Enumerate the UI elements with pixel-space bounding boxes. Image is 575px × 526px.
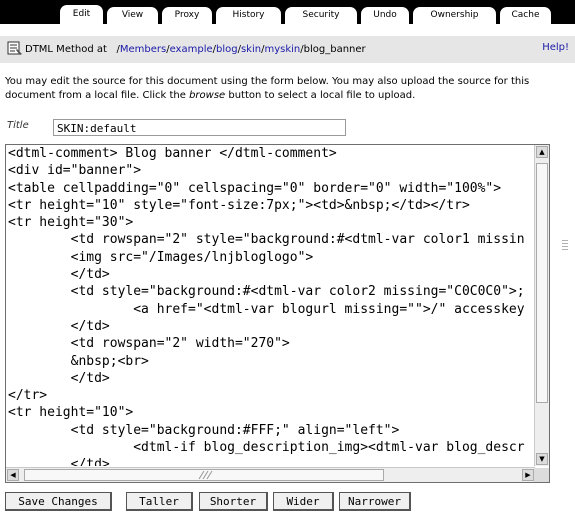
source-line: <dtml-if blog_description_img><dtml-var …: [8, 440, 525, 456]
breadcrumb-blog[interactable]: blog: [216, 44, 238, 55]
vertical-scrollbar[interactable]: ▲ ▼: [534, 145, 549, 466]
tab-proxy[interactable]: Proxy: [162, 7, 212, 24]
source-line: <table cellpadding="0" cellspacing="0" b…: [8, 180, 502, 196]
source-line: <tr height="30">: [8, 215, 134, 231]
source-line: <td rowspan="2" width="270">: [8, 336, 290, 352]
tab-cache[interactable]: Cache: [500, 7, 551, 24]
shorter-button[interactable]: Shorter: [199, 492, 268, 511]
wider-button[interactable]: Wider: [273, 492, 334, 511]
title-label: Title: [7, 120, 29, 131]
tab-security[interactable]: Security: [285, 7, 357, 24]
source-line: <a href="<dtml-var blogurl missing="">/"…: [8, 301, 525, 317]
source-editor[interactable]: <dtml-comment> Blog banner </dtml-commen…: [5, 144, 550, 483]
object-type-label: DTML Method at: [25, 44, 107, 55]
breadcrumb-myskin[interactable]: myskin: [264, 44, 300, 55]
source-line: <div id="banner">: [8, 163, 142, 179]
source-line: </tr>: [8, 388, 48, 404]
source-line: <td style="background:#FFF;" align="left…: [8, 422, 400, 438]
save-changes-button[interactable]: Save Changes: [5, 492, 112, 511]
source-line: &nbsp;<br>: [8, 353, 149, 369]
scroll-right-arrow-icon[interactable]: ▶: [522, 469, 534, 481]
breadcrumb: DTML Method at /Members/example/blog/ski…: [25, 44, 366, 55]
source-line: <img src="/Images/lnjbloglogo">: [8, 249, 314, 265]
taller-button[interactable]: Taller: [126, 492, 193, 511]
help-link[interactable]: Help!: [542, 42, 569, 53]
vertical-scroll-thumb[interactable]: [536, 163, 548, 403]
tab-history[interactable]: History: [216, 7, 281, 24]
scroll-corner: [534, 468, 549, 482]
source-textarea[interactable]: <dtml-comment> Blog banner </dtml-commen…: [8, 145, 533, 466]
source-line: </td>: [8, 267, 110, 283]
source-line: <tr height="10">: [8, 405, 134, 421]
horizontal-scrollbar[interactable]: ◀ ▶: [6, 467, 535, 482]
tab-ownership[interactable]: Ownership: [413, 7, 496, 24]
tab-edit[interactable]: Edit: [60, 5, 103, 24]
title-input[interactable]: SKIN:default: [53, 119, 346, 136]
resize-grip-icon: [562, 240, 568, 252]
source-line: <td style="background:#<dtml-var color2 …: [8, 284, 525, 300]
tab-view[interactable]: View: [107, 7, 158, 24]
breadcrumb-members[interactable]: Members: [120, 44, 166, 55]
source-line: <tr height="10" style="font-size:7px;"><…: [8, 197, 470, 213]
scroll-down-arrow-icon[interactable]: ▼: [536, 453, 548, 465]
tab-undo[interactable]: Undo: [361, 7, 409, 24]
object-id: blog_banner: [303, 44, 366, 55]
scroll-left-arrow-icon[interactable]: ◀: [7, 469, 19, 481]
source-line: <dtml-comment> Blog banner </dtml-commen…: [8, 146, 337, 161]
scroll-up-arrow-icon[interactable]: ▲: [536, 146, 548, 158]
grip-icon: [198, 470, 213, 480]
intro-text: You may edit the source for this documen…: [5, 75, 567, 103]
source-line: </td>: [8, 318, 110, 334]
object-header: DTML Method at /Members/example/blog/ski…: [0, 36, 575, 63]
source-line: <td rowspan="2" style="background:#<dtml…: [8, 232, 525, 248]
source-line: </td>: [8, 457, 110, 466]
breadcrumb-skin[interactable]: skin: [241, 44, 261, 55]
breadcrumb-example[interactable]: example: [170, 44, 213, 55]
horizontal-scroll-thumb[interactable]: [24, 469, 384, 481]
narrower-button[interactable]: Narrower: [339, 492, 411, 511]
source-line: </td>: [8, 370, 110, 386]
tab-bar: Edit View Proxy History Security Undo Ow…: [0, 0, 575, 24]
intro-text-part: button to select a local file to upload.: [225, 90, 416, 101]
browse-emphasis: browse: [189, 90, 226, 101]
dtml-document-icon: [7, 40, 23, 60]
